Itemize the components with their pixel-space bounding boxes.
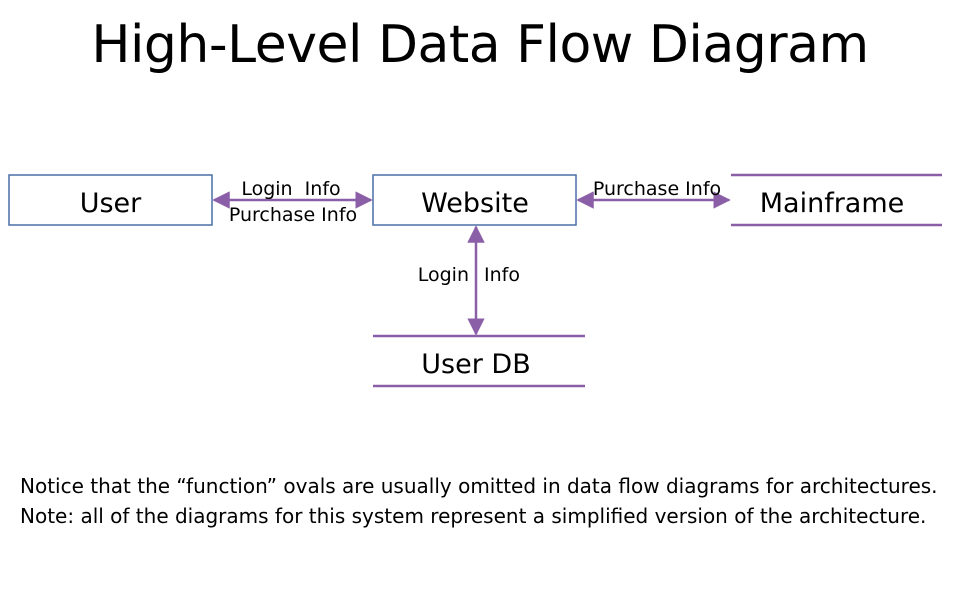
website-userdb-label-right: Info [484, 264, 520, 286]
website-userdb-label-left: Login [418, 264, 469, 286]
note-simplified-architecture: Note: all of the diagrams for this syste… [20, 504, 927, 528]
user-website-label-top: Login Info [241, 178, 340, 200]
mainframe-label: Mainframe [760, 188, 905, 219]
userdb-label: User DB [421, 349, 530, 380]
note-function-ovals: Notice that the “function” ovals are usu… [20, 474, 938, 498]
website-label: Website [421, 188, 529, 219]
notes: Notice that the “function” ovals are usu… [20, 471, 940, 531]
user-website-label-bottom: Purchase Info [229, 204, 357, 226]
website-mainframe-label: Purchase Info [593, 178, 721, 200]
user-label: User [80, 188, 142, 219]
